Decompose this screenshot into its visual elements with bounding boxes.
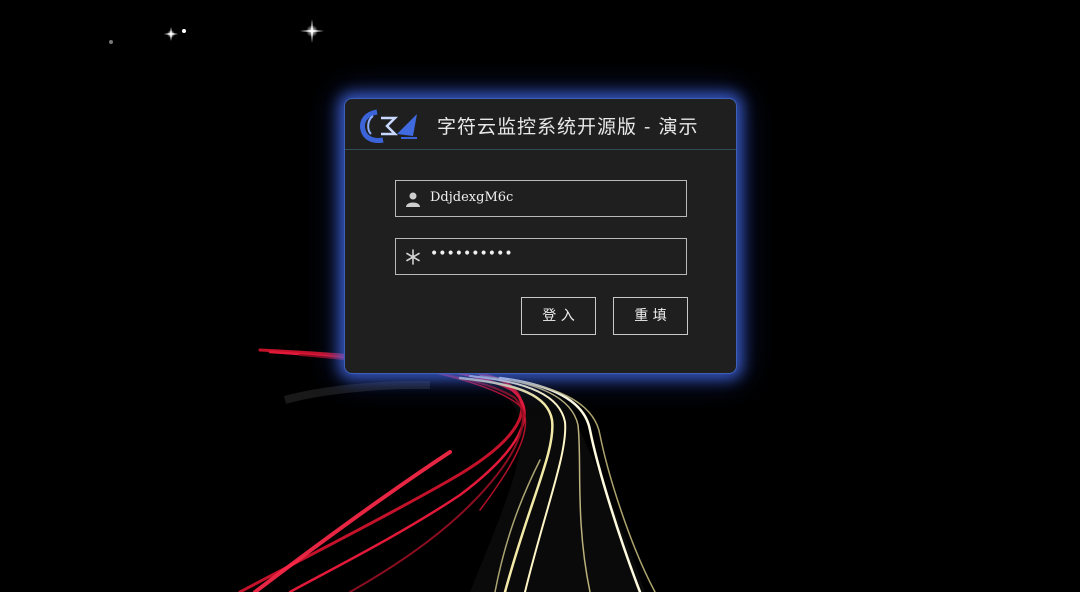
password-mask: •••••••••• xyxy=(430,246,513,262)
user-icon xyxy=(406,192,420,207)
stars xyxy=(109,19,324,44)
panel-title: 字符云监控系统开源版 - 演示 xyxy=(437,116,699,138)
username-field[interactable]: DdjdexgM6c xyxy=(395,180,687,217)
login-page: 字符云监控系统开源版 - 演示 DdjdexgM6c •••••••••• 登 … xyxy=(0,0,1080,592)
login-button[interactable]: 登 入 xyxy=(521,297,596,335)
snowflake-icon xyxy=(406,249,420,265)
password-field[interactable]: •••••••••• xyxy=(395,238,687,275)
username-value: DdjdexgM6c xyxy=(430,190,514,205)
reset-button[interactable]: 重 填 xyxy=(613,297,688,335)
road xyxy=(255,350,645,592)
cloud-sigma-logo-icon xyxy=(360,109,417,143)
login-panel: 字符云监控系统开源版 - 演示 DdjdexgM6c •••••••••• 登 … xyxy=(344,98,737,374)
panel-header: 字符云监控系统开源版 - 演示 xyxy=(345,99,736,150)
